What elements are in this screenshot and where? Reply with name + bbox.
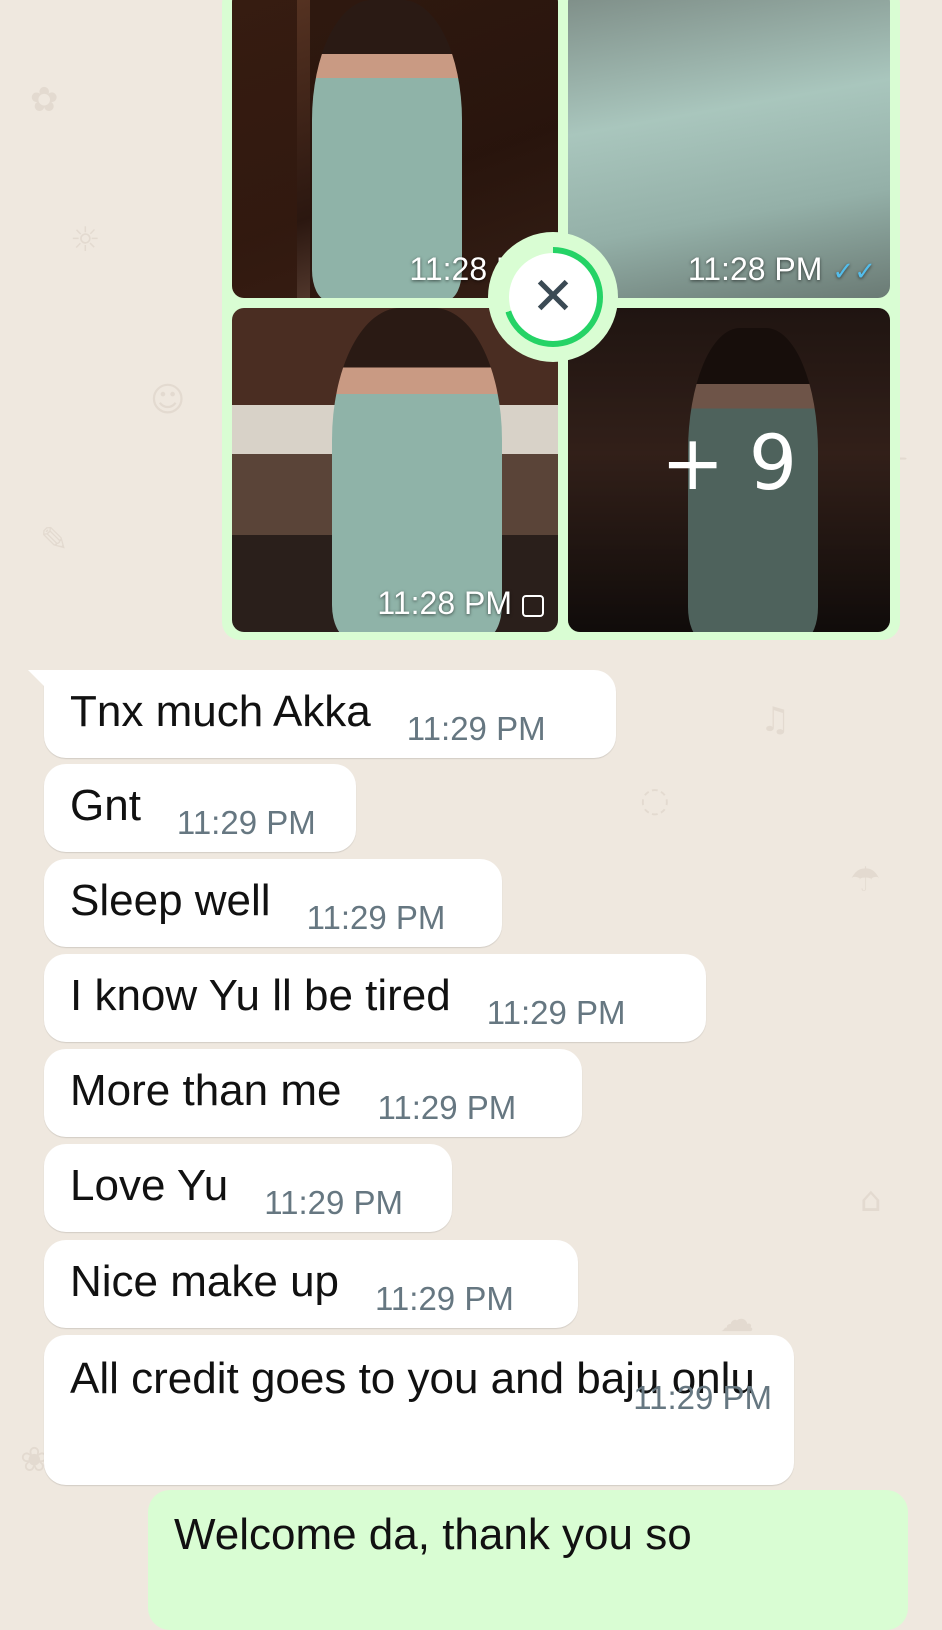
message-time: 11:29 PM xyxy=(486,994,626,1031)
message-text: Gnt xyxy=(70,781,141,830)
cancel-upload-button[interactable]: ✕ xyxy=(488,232,618,362)
close-icon: ✕ xyxy=(509,253,597,341)
message-bubble[interactable]: Gnt 11:29 PM xyxy=(44,764,356,852)
message-time: 11:29 PM xyxy=(264,1184,404,1221)
message-bubble[interactable]: Nice make up 11:29 PM xyxy=(44,1240,578,1328)
message-time: 11:29 PM xyxy=(306,899,446,936)
double-check-icon: ✓✓ xyxy=(832,256,876,286)
upload-progress-ring: ✕ xyxy=(503,247,603,347)
message-text: Sleep well xyxy=(70,876,271,925)
message-text: Tnx much Akka xyxy=(70,687,371,736)
message-text: Nice make up xyxy=(70,1257,340,1306)
message-text: Love Yu xyxy=(70,1161,229,1210)
clock-icon xyxy=(522,594,544,617)
media-time-3: 11:28 PM xyxy=(377,585,512,621)
message-bubble[interactable]: Tnx much Akka 11:29 PM xyxy=(28,670,616,758)
media-time-2: 11:28 PM xyxy=(687,251,823,287)
outgoing-message-bubble[interactable]: Welcome da, thank you so xyxy=(148,1490,908,1630)
message-bubble[interactable]: All credit goes to you and baju onlu 11:… xyxy=(44,1335,794,1485)
message-bubble[interactable]: Love Yu 11:29 PM xyxy=(44,1144,452,1232)
message-bubble[interactable]: Sleep well 11:29 PM xyxy=(44,859,502,947)
message-time: 11:29 PM xyxy=(176,804,316,841)
media-time-3-wrap: 11:28 PM xyxy=(377,585,544,622)
message-bubble[interactable]: I know Yu ll be tired 11:29 PM xyxy=(44,954,706,1042)
media-tile-more[interactable]: + 9 xyxy=(568,308,890,632)
message-time: 11:29 PM xyxy=(406,710,546,747)
message-text: Welcome da, thank you so xyxy=(174,1510,692,1559)
more-media-count: + 9 xyxy=(660,418,798,507)
message-time: 11:29 PM xyxy=(375,1280,514,1317)
message-text: More than me xyxy=(70,1066,342,1115)
message-text: I know Yu ll be tired xyxy=(70,971,451,1020)
media-tile-2[interactable]: 11:28 PM ✓✓ xyxy=(568,0,890,298)
media-tile-3[interactable]: 11:28 PM xyxy=(232,308,558,632)
media-time-2-wrap: 11:28 PM ✓✓ xyxy=(688,251,876,288)
message-bubble[interactable]: More than me 11:29 PM xyxy=(44,1049,582,1137)
message-time: 11:29 PM xyxy=(377,1089,517,1126)
